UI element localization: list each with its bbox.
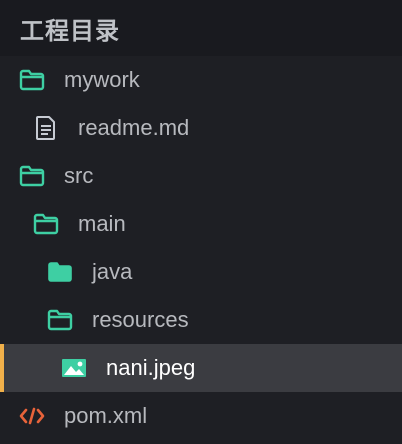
folder-outline-icon bbox=[18, 162, 46, 190]
tree-item-resources[interactable]: resources bbox=[0, 296, 402, 344]
tree-item-readme[interactable]: readme.md bbox=[0, 104, 402, 152]
folder-outline-icon bbox=[18, 66, 46, 94]
tree-item-label: java bbox=[92, 259, 133, 284]
tree-item-java[interactable]: java bbox=[0, 248, 402, 296]
tree-item-mywork[interactable]: mywork bbox=[0, 56, 402, 104]
panel-header: 工程目录 bbox=[0, 0, 402, 56]
folder-outline-icon bbox=[32, 210, 60, 238]
tree-item-main[interactable]: main bbox=[0, 200, 402, 248]
document-icon bbox=[32, 114, 60, 142]
tree-item-src[interactable]: src bbox=[0, 152, 402, 200]
tree-item-pom-xml[interactable]: pom.xml bbox=[0, 392, 402, 440]
tree-item-label: main bbox=[78, 211, 126, 236]
code-icon bbox=[18, 402, 46, 430]
folder-filled-icon bbox=[46, 258, 74, 286]
project-explorer-panel: 工程目录 mywork readme.md src main java reso… bbox=[0, 0, 402, 444]
tree-item-label: src bbox=[64, 163, 94, 188]
tree-item-label: pom.xml bbox=[64, 403, 148, 428]
tree-item-label: nani.jpeg bbox=[106, 355, 196, 380]
tree-item-label: readme.md bbox=[78, 115, 190, 140]
tree-item-nani-jpeg[interactable]: nani.jpeg bbox=[0, 344, 402, 392]
file-tree: mywork readme.md src main java resources… bbox=[0, 56, 402, 440]
tree-item-label: mywork bbox=[64, 67, 140, 92]
tree-item-label: resources bbox=[92, 307, 189, 332]
image-icon bbox=[60, 354, 88, 382]
folder-outline-icon bbox=[46, 306, 74, 334]
panel-title: 工程目录 bbox=[20, 16, 120, 45]
